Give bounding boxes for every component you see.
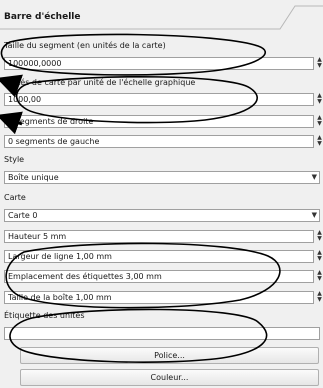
- font-button[interactable]: Police...: [20, 347, 319, 364]
- right-segments-input[interactable]: 2 segments de droite: [4, 115, 314, 128]
- style-select-value: Boîte unique: [8, 173, 59, 182]
- right-segments-spinner[interactable]: ▲ ▼: [316, 115, 323, 128]
- height-spinner[interactable]: ▲ ▼: [316, 230, 323, 243]
- spin-down-icon[interactable]: ▼: [316, 63, 323, 69]
- map-units-input[interactable]: 1000,00: [4, 93, 314, 106]
- box-size-input[interactable]: Taille de la boîte 1,00 mm: [4, 291, 314, 304]
- left-segments-input[interactable]: 0 segments de gauche: [4, 135, 314, 148]
- spin-down-icon[interactable]: ▼: [316, 141, 323, 147]
- line-width-input[interactable]: Largeur de ligne 1,00 mm: [4, 250, 314, 263]
- spin-down-icon[interactable]: ▼: [316, 256, 323, 262]
- panel-header: Barre d'échelle: [0, 0, 323, 30]
- left-segments-spinner[interactable]: ▲ ▼: [316, 135, 323, 148]
- map-select-value: Carte 0: [8, 211, 38, 220]
- style-label: Style: [4, 155, 25, 164]
- spin-down-icon[interactable]: ▼: [316, 297, 323, 303]
- chevron-down-icon[interactable]: ▼: [312, 172, 317, 183]
- map-select[interactable]: Carte 0 ▼: [4, 209, 320, 222]
- units-label-label: Étiquette des unités: [4, 311, 85, 320]
- height-input[interactable]: Hauteur 5 mm: [4, 230, 314, 243]
- box-size-spinner[interactable]: ▲ ▼: [316, 291, 323, 304]
- chevron-down-icon[interactable]: ▼: [312, 210, 317, 221]
- style-select[interactable]: Boîte unique ▼: [4, 171, 320, 184]
- spin-down-icon[interactable]: ▼: [316, 236, 323, 242]
- spin-down-icon[interactable]: ▼: [316, 121, 323, 127]
- segment-size-label: Taille du segment (en unités de la carte…: [4, 41, 166, 50]
- color-button[interactable]: Couleur...: [20, 369, 319, 386]
- panel-title: Barre d'échelle: [4, 12, 81, 22]
- map-units-spinner[interactable]: ▲ ▼: [316, 93, 323, 106]
- spin-down-icon[interactable]: ▼: [316, 99, 323, 105]
- label-spacing-spinner[interactable]: ▲ ▼: [316, 270, 323, 283]
- units-label-input[interactable]: [4, 327, 320, 340]
- map-units-label: Unités de carte par unité de l'échelle g…: [4, 78, 196, 87]
- line-width-spinner[interactable]: ▲ ▼: [316, 250, 323, 263]
- spin-down-icon[interactable]: ▼: [316, 276, 323, 282]
- map-label: Carte: [4, 193, 26, 202]
- segment-size-input[interactable]: 100000,0000: [4, 57, 314, 70]
- segment-size-spinner[interactable]: ▲ ▼: [316, 57, 323, 70]
- label-spacing-input[interactable]: Emplacement des étiquettes 3,00 mm: [4, 270, 314, 283]
